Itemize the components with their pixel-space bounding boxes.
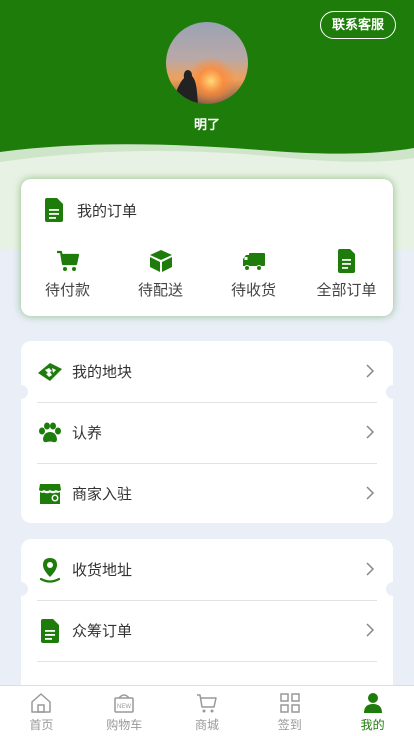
bottom-tab-bar: 首页 NEW 购物车 商城 签到 我的 xyxy=(0,685,414,736)
shop-cart-icon xyxy=(196,694,217,713)
menu-item-label: 收货地址 xyxy=(72,561,133,579)
document-icon xyxy=(45,198,63,222)
location-pin-icon xyxy=(37,557,63,583)
tab-mall[interactable]: 商城 xyxy=(166,686,249,736)
tab-label: 购物车 xyxy=(106,718,143,732)
menu-card-2: 收货地址 众筹订单 xyxy=(14,539,400,709)
document-icon xyxy=(37,618,63,643)
cart-icon xyxy=(56,250,79,271)
order-pending-delivery[interactable]: 待配送 xyxy=(114,249,207,300)
chevron-right-icon xyxy=(366,425,375,439)
document-icon xyxy=(337,249,355,273)
chevron-right-icon xyxy=(366,486,375,500)
order-pending-receipt[interactable]: 待收货 xyxy=(207,249,300,300)
menu-item-adopt[interactable]: 认养 xyxy=(21,402,393,463)
contact-service-button[interactable]: 联系客服 xyxy=(319,11,396,39)
tab-label: 商城 xyxy=(194,718,219,732)
menu-item-label: 众筹订单 xyxy=(72,622,133,640)
my-orders-card: 我的订单 待付款 待配送 待收货 全部订单 xyxy=(21,179,393,316)
chevron-right-icon xyxy=(366,623,375,637)
my-orders-title: 我的订单 xyxy=(77,201,138,220)
order-all-label: 全部订单 xyxy=(316,281,377,299)
home-icon xyxy=(31,693,52,713)
field-plot-icon xyxy=(37,360,63,384)
box-icon xyxy=(149,250,172,272)
tab-mine[interactable]: 我的 xyxy=(331,686,414,736)
tab-label: 首页 xyxy=(29,718,54,732)
tab-home[interactable]: 首页 xyxy=(0,686,83,736)
tab-checkin[interactable]: 签到 xyxy=(248,686,331,736)
username: 明了 xyxy=(193,118,220,133)
person-icon xyxy=(363,693,382,713)
store-icon xyxy=(37,482,63,506)
menu-item-label: 我的地块 xyxy=(72,363,133,381)
order-pending-payment-label: 待付款 xyxy=(44,281,90,299)
menu-item-shipping-address[interactable]: 收货地址 xyxy=(21,539,393,600)
chevron-right-icon xyxy=(366,562,375,576)
my-orders-header[interactable]: 我的订单 xyxy=(45,197,137,223)
tab-label: 我的 xyxy=(360,718,385,732)
truck-icon xyxy=(242,253,265,271)
chevron-right-icon xyxy=(366,364,375,378)
avatar-photo xyxy=(166,22,248,104)
menu-item-my-plots[interactable]: 我的地块 xyxy=(21,341,393,402)
order-pending-receipt-label: 待收货 xyxy=(230,281,276,299)
tab-cart[interactable]: NEW 购物车 xyxy=(83,686,166,736)
menu-item-label: 商家入驻 xyxy=(72,485,133,503)
menu-item-merchant-join[interactable]: 商家入驻 xyxy=(21,463,393,524)
menu-item-label: 认养 xyxy=(72,424,103,442)
order-all[interactable]: 全部订单 xyxy=(300,249,393,300)
menu-item-crowdfunding-orders[interactable]: 众筹订单 xyxy=(21,600,393,661)
new-basket-icon: NEW xyxy=(114,694,134,713)
menu-card-1: 我的地块 认养 商家入驻 xyxy=(14,341,400,524)
avatar[interactable] xyxy=(166,22,248,104)
order-pending-payment[interactable]: 待付款 xyxy=(21,249,114,300)
tab-label: 签到 xyxy=(277,718,302,732)
paw-icon xyxy=(37,421,63,445)
svg-text:NEW: NEW xyxy=(117,704,131,710)
order-pending-delivery-label: 待配送 xyxy=(137,281,183,299)
grid-icon xyxy=(280,693,300,713)
